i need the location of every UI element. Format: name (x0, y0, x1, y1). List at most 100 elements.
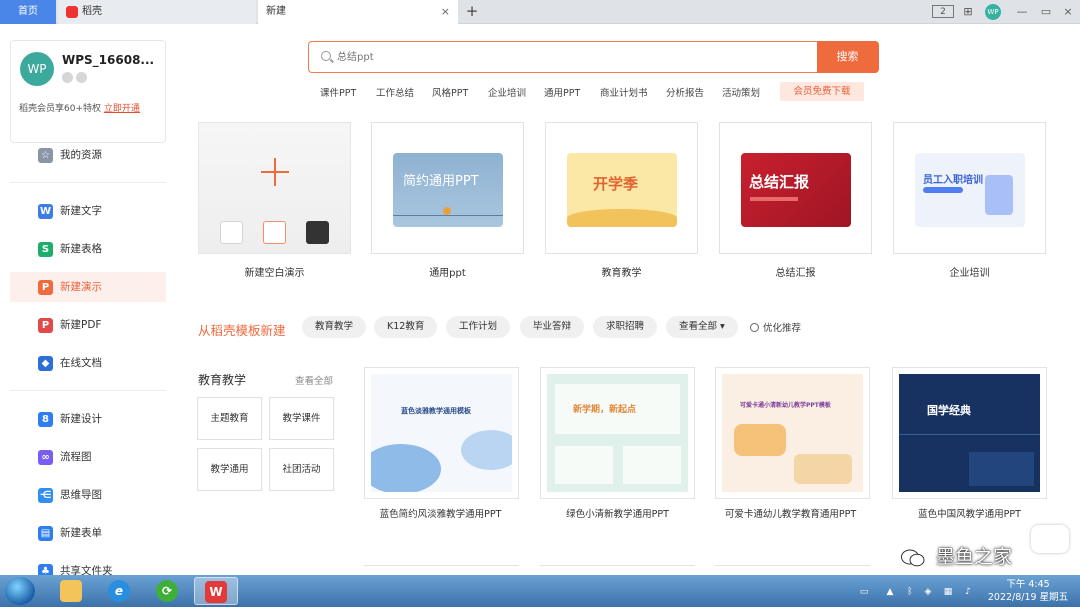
hot-tag[interactable]: 商业计划书 (600, 86, 648, 102)
tab-daoke-label: 稻壳 (82, 6, 102, 17)
sidebar-item-label: 在线文档 (60, 357, 102, 369)
category-box[interactable]: 主题教育 (197, 397, 262, 440)
bluetooth-icon[interactable]: ᛒ (904, 586, 916, 598)
start-button[interactable] (5, 577, 35, 605)
writer-icon: W (38, 204, 53, 219)
member-download-button[interactable]: 会员免费下载 (780, 82, 864, 101)
light-theme-swatch[interactable] (263, 221, 286, 244)
white-theme-swatch[interactable] (220, 221, 243, 244)
sidebar-item-new-spreadsheet[interactable]: S 新建表格 (10, 234, 166, 264)
sidebar-item-label: 新建设计 (60, 413, 102, 425)
filter-pill[interactable]: 求职招聘 (593, 316, 658, 338)
blank-presentation-card[interactable] (198, 122, 351, 254)
folder-icon (60, 580, 82, 602)
grid-icon[interactable]: ⊞ (960, 3, 976, 21)
sidebar-item-label: 新建文字 (60, 205, 102, 217)
template-card[interactable]: 国学经典 (892, 367, 1047, 499)
hot-tag[interactable]: 通用PPT (544, 86, 580, 102)
template-card-education[interactable]: 开学季 (545, 122, 698, 254)
template-card[interactable]: 蓝色淡雅教学通用模板 (364, 367, 519, 499)
preview-title: 蓝色淡雅教学通用模板 (401, 407, 471, 415)
sidebar-item-shared-folder[interactable]: ♣ 共享文件夹 (10, 556, 166, 576)
taskbar-refresh-app[interactable]: ⟳ (146, 577, 190, 605)
tab-daoke[interactable]: 稻壳 (58, 0, 256, 24)
template-card[interactable]: 新学期，新起点 (540, 367, 695, 499)
taskbar-explorer[interactable] (50, 577, 94, 605)
clock[interactable]: 下午 4:45 2022/8/19 星期五 (985, 578, 1071, 604)
sidebar-item-new-presentation[interactable]: P 新建演示 (10, 272, 166, 302)
divider (10, 182, 166, 183)
security-icon[interactable]: ◈ (922, 586, 934, 598)
window-close-icon[interactable]: × (1060, 3, 1076, 21)
thumbnail-title: 简约通用PPT (403, 174, 479, 189)
template-thumbnail: 总结汇报 (741, 153, 851, 227)
avatar[interactable]: WP (20, 52, 54, 86)
keyboard-icon[interactable]: ▭ (858, 586, 870, 598)
template-caption: 蓝色中国风教学通用PPT (918, 509, 1021, 520)
sidebar-item-label: 新建表格 (60, 243, 102, 255)
category-box[interactable]: 教学课件 (269, 397, 334, 440)
tab-home[interactable]: 首页 (0, 0, 56, 24)
template-card-summary[interactable]: 总结汇报 (719, 122, 872, 254)
plus-icon (261, 158, 289, 186)
hot-tag[interactable]: 风格PPT (432, 86, 468, 102)
hot-tag[interactable]: 企业培训 (488, 86, 526, 102)
category-box[interactable]: 教学通用 (197, 448, 262, 491)
account-avatar[interactable]: WP (985, 4, 1001, 20)
network-icon[interactable]: ▦ (942, 586, 954, 598)
preview-title: 新学期，新起点 (573, 405, 637, 415)
card-caption: 总结汇报 (775, 268, 816, 279)
vip-open-link[interactable]: 立即开通 (104, 104, 140, 114)
template-caption: 绿色小清新教学通用PPT (566, 509, 669, 520)
minimize-icon[interactable]: — (1014, 3, 1030, 21)
volume-icon[interactable]: ♪ (962, 586, 974, 598)
sidebar-item-new-pdf[interactable]: P 新建PDF (10, 310, 166, 340)
sidebar-item-new-design[interactable]: 8 新建设计 (10, 404, 166, 434)
search-bar: 搜索 (308, 40, 879, 73)
hot-tag[interactable]: 分析报告 (666, 86, 704, 102)
card-caption: 新建空白演示 (244, 268, 305, 279)
search-input[interactable] (337, 47, 807, 67)
sidebar-item-label: 新建PDF (60, 319, 102, 331)
help-chat-icon[interactable] (1031, 525, 1069, 553)
sidebar-item-new-writer[interactable]: W 新建文字 (10, 196, 166, 226)
star-icon: ☆ (38, 148, 53, 163)
presentation-icon: P (38, 280, 53, 295)
category-view-all-link[interactable]: 查看全部 (295, 373, 333, 387)
divider (10, 390, 166, 391)
view-all-dropdown[interactable]: 查看全部 ▾ (666, 316, 738, 338)
template-card-training[interactable]: 员工入职培训 (893, 122, 1046, 254)
template-thumbnail: 简约通用PPT (393, 153, 503, 227)
restore-icon[interactable]: ▭ (1038, 3, 1054, 21)
hot-tag[interactable]: 工作总结 (376, 86, 414, 102)
template-card-general[interactable]: 简约通用PPT (371, 122, 524, 254)
section-title: 从稻壳模板新建 (198, 323, 286, 338)
search-button[interactable]: 搜索 (816, 40, 879, 73)
username[interactable]: WPS_16608... (62, 53, 154, 67)
filter-pill[interactable]: K12教育 (374, 316, 438, 338)
sidebar-item-my-resources[interactable]: ☆ 我的资源 (10, 140, 166, 170)
multi-window-icon[interactable]: 2 (932, 5, 954, 18)
hot-tag[interactable]: 课件PPT (320, 86, 356, 102)
sidebar-item-online-doc[interactable]: ◆ 在线文档 (10, 348, 166, 378)
taskbar-ie[interactable]: e (98, 577, 142, 605)
wps-icon: W (205, 581, 227, 603)
tab-new[interactable]: 新建 × (258, 0, 458, 24)
optimize-recommend[interactable]: 优化推荐 (750, 320, 801, 334)
filter-pill[interactable]: 教育教学 (302, 316, 367, 338)
hot-tag[interactable]: 活动策划 (722, 86, 760, 102)
category-box[interactable]: 社团活动 (269, 448, 334, 491)
chevron-up-icon[interactable]: ▲ (884, 586, 896, 598)
sidebar-item-mindmap[interactable]: ⋲ 思维导图 (10, 480, 166, 510)
tab-new-label: 新建 (266, 6, 286, 17)
filter-pill[interactable]: 毕业答辩 (520, 316, 585, 338)
add-tab-button[interactable]: + (462, 0, 482, 24)
sidebar-item-flowchart[interactable]: ∞ 流程图 (10, 442, 166, 472)
sidebar-item-new-form[interactable]: ▤ 新建表单 (10, 518, 166, 548)
filter-pill[interactable]: 工作计划 (446, 316, 511, 338)
close-icon[interactable]: × (441, 0, 450, 24)
taskbar-wps[interactable]: W (194, 577, 238, 605)
thumbnail-title: 总结汇报 (749, 173, 810, 191)
dark-theme-swatch[interactable] (306, 221, 329, 244)
template-card[interactable]: 可爱卡通小清新幼儿教学PPT模板 (715, 367, 870, 499)
